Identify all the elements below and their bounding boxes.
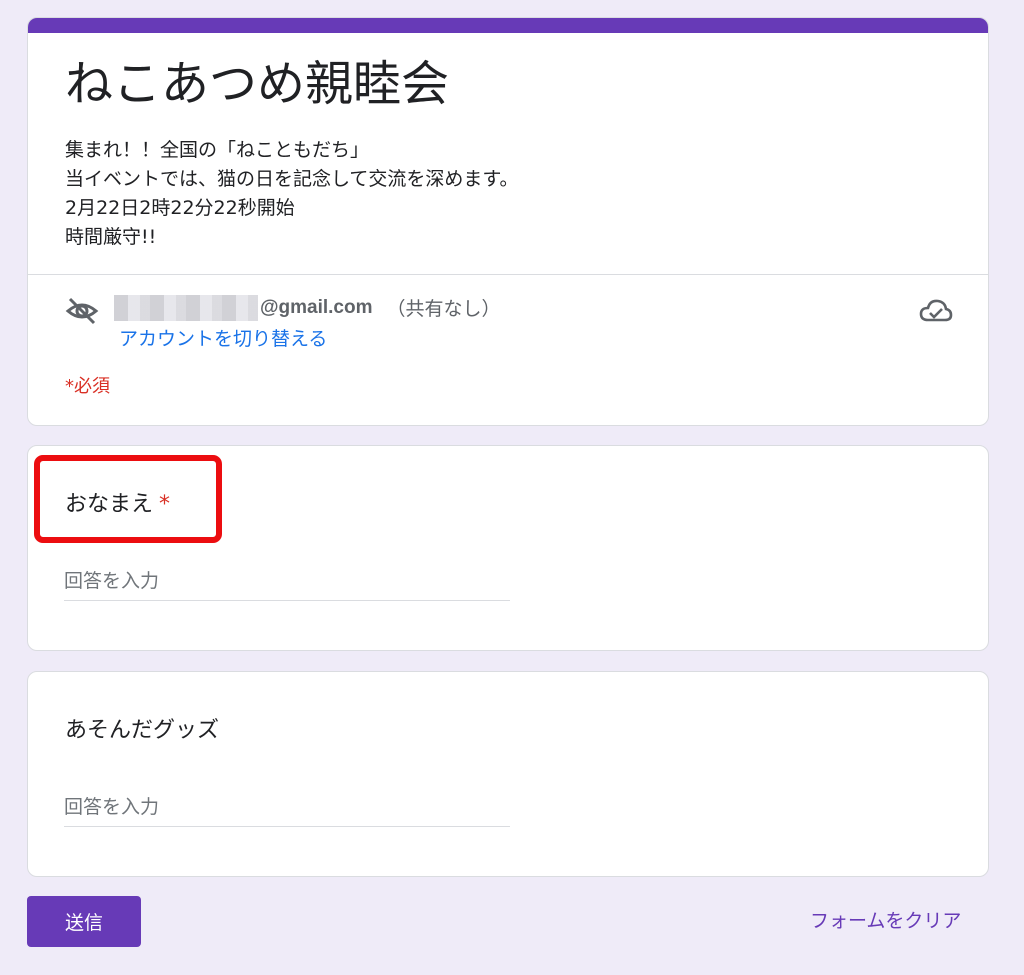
email-domain: @gmail.com bbox=[260, 296, 373, 318]
required-note: *必須 bbox=[65, 376, 110, 397]
description-line: 集まれ！！全国の「ねこともだち」 bbox=[65, 139, 370, 161]
question-card: あそんだグッズ bbox=[27, 671, 989, 877]
submit-button[interactable]: 送信 bbox=[27, 896, 141, 947]
question-label: あそんだグッズ bbox=[65, 712, 219, 744]
description-line: 当イベントでは、猫の日を記念して交流を深めます。 bbox=[65, 168, 519, 190]
account-email: @gmail.com （共有なし） bbox=[114, 294, 501, 321]
eye-off-icon bbox=[65, 297, 99, 325]
accent-bar bbox=[28, 18, 988, 33]
description-line: 2月22日2時22分22秒開始 bbox=[65, 197, 295, 219]
share-status: （共有なし） bbox=[386, 298, 501, 320]
annotation-highlight bbox=[34, 455, 222, 543]
clear-form-button[interactable]: フォームをクリア bbox=[810, 906, 961, 933]
answer-input[interactable] bbox=[64, 562, 510, 601]
switch-account-link[interactable]: アカウントを切り替える bbox=[119, 324, 327, 351]
form-header-card: ねこあつめ親睦会 集まれ！！全国の「ねこともだち」 当イベントでは、猫の日を記念… bbox=[27, 17, 989, 426]
cloud-check-icon bbox=[919, 299, 953, 322]
answer-input[interactable] bbox=[64, 788, 510, 827]
header-divider bbox=[28, 274, 988, 275]
form-title: ねこあつめ親睦会 bbox=[65, 56, 450, 112]
question-title: あそんだグッズ bbox=[65, 718, 220, 743]
description-line: 時間厳守!! bbox=[65, 226, 157, 248]
form-description: 集まれ！！全国の「ねこともだち」 当イベントでは、猫の日を記念して交流を深めます… bbox=[65, 136, 945, 252]
masked-email bbox=[114, 294, 258, 321]
